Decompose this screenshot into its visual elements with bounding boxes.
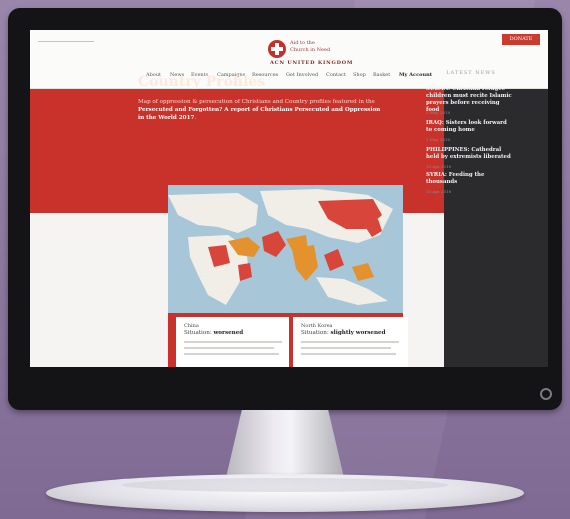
- card-country: North Korea: [301, 323, 333, 329]
- monitor-screen: Aid to the Church in Need ACN UNITED KIN…: [30, 30, 548, 367]
- monitor-base-highlight: [122, 478, 448, 492]
- card-text-line: [301, 341, 399, 343]
- news-date-1: 2 May 2018: [426, 110, 451, 115]
- card-text-line: [184, 341, 282, 343]
- card-text-line: [301, 347, 391, 349]
- news-item-2[interactable]: IRAQ: Sisters look forward to coming hom…: [426, 120, 514, 134]
- page-title: Country Profiles: [138, 74, 266, 90]
- brand-line-3: ACN UNITED KINGDOM: [270, 60, 354, 66]
- news-item-3[interactable]: PHILIPPINES: Cathedral held by extremist…: [426, 147, 514, 161]
- news-date-4: 26 Apr 2018: [426, 189, 452, 194]
- card-situation: Situation: slightly worsened: [301, 330, 386, 336]
- persecution-map[interactable]: [168, 185, 403, 313]
- country-card-china[interactable]: China Situation: worsened: [172, 317, 291, 367]
- news-item-4[interactable]: SYRIA: Feeding the thousands: [426, 172, 514, 186]
- card-country: China: [184, 323, 199, 329]
- card-text-line: [184, 353, 279, 355]
- search-input[interactable]: [38, 35, 94, 42]
- nav-item-get-involved[interactable]: Get Involved: [286, 72, 318, 78]
- card-situation: Situation: worsened: [184, 330, 244, 336]
- page-intro: Map of oppression & persecution of Chris…: [138, 99, 381, 121]
- news-date-2: 1 May 2018: [426, 137, 451, 142]
- acn-logo-icon[interactable]: [268, 40, 286, 58]
- power-button-icon[interactable]: [540, 388, 552, 400]
- donate-button[interactable]: DONATE: [502, 34, 540, 45]
- news-heading: LATEST NEWS: [446, 70, 496, 76]
- news-date-3: 30 Apr 2018: [426, 164, 452, 169]
- nav-item-contact[interactable]: Contact: [326, 72, 346, 78]
- nav-item-shop[interactable]: Shop: [353, 72, 366, 78]
- nav-item-basket[interactable]: Basket: [373, 72, 390, 78]
- card-text-line: [301, 353, 396, 355]
- card-text-line: [184, 347, 274, 349]
- brand-line-1: Aid to the: [290, 40, 315, 46]
- country-card-north-korea[interactable]: North Korea Situation: slightly worsened: [289, 317, 408, 367]
- brand-line-2: Church in Need: [290, 47, 331, 53]
- world-map-graphic: [168, 189, 393, 305]
- monitor-stand-neck: [225, 410, 345, 482]
